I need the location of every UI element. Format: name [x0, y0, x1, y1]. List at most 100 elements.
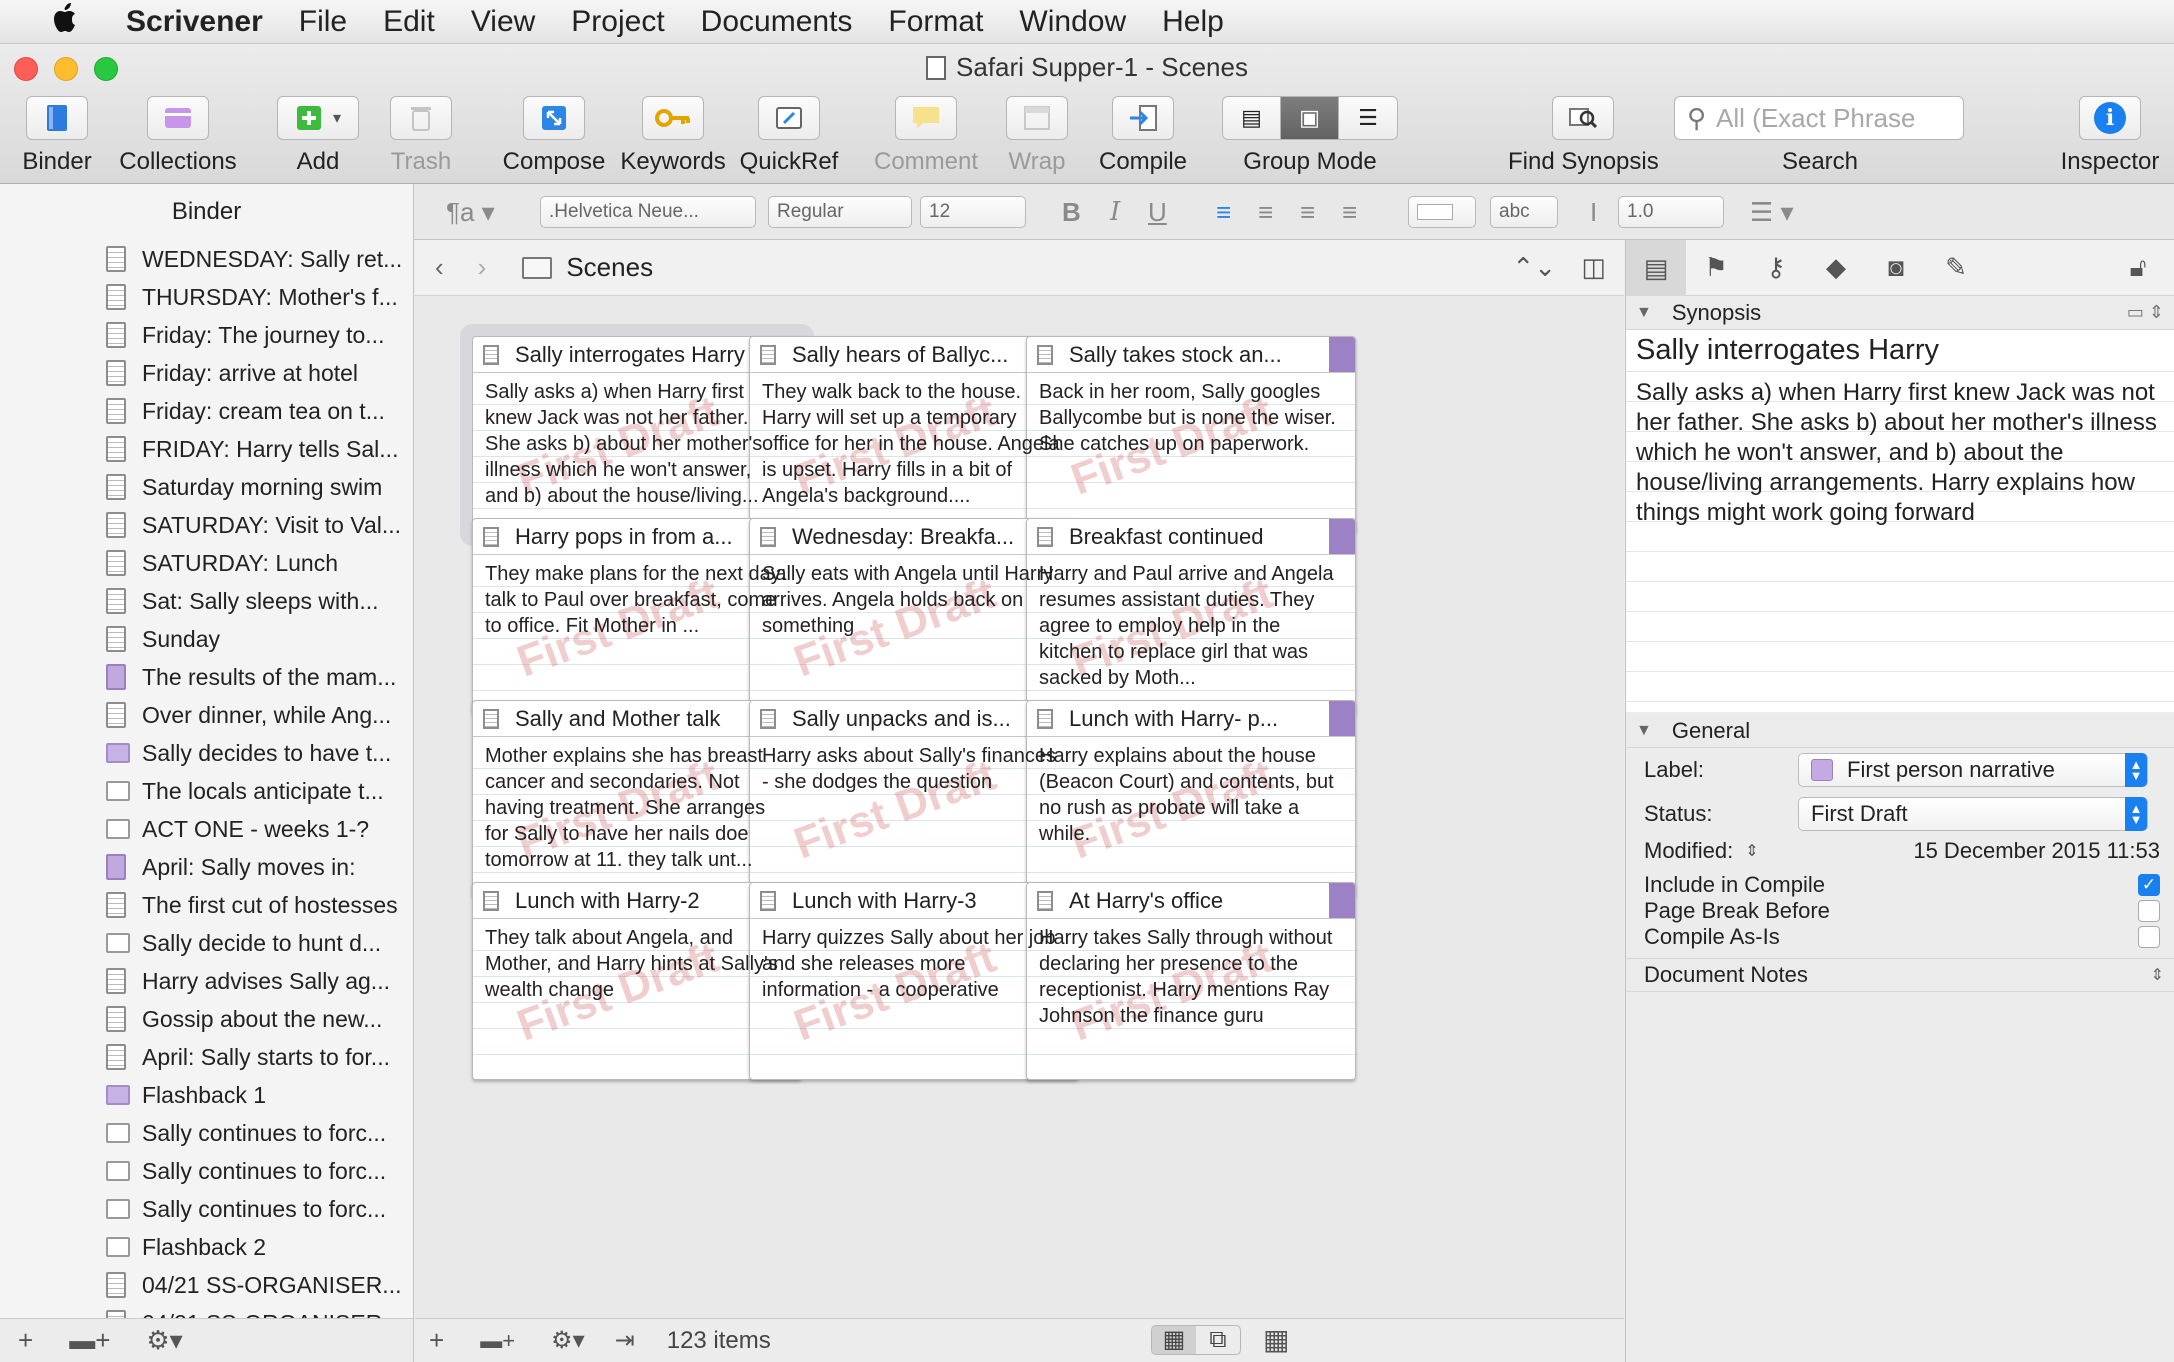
line-spacing-select[interactable]: 1.0: [1618, 196, 1724, 228]
keywords-toolbar-button[interactable]: Keywords: [618, 96, 728, 176]
underline-icon[interactable]: U: [1148, 196, 1167, 228]
search-field[interactable]: ⚲ All (Exact Phrase: [1674, 96, 1964, 140]
binder-item[interactable]: The first cut of hostesses: [0, 886, 413, 924]
list-style-icon[interactable]: ☰ ▾: [1750, 196, 1794, 228]
binder-item[interactable]: THURSDAY: Mother's f...: [0, 278, 413, 316]
binder-item[interactable]: WEDNESDAY: Sally ret...: [0, 240, 413, 278]
apple-menu-icon[interactable]: [40, 2, 90, 41]
highlight-select[interactable]: abc: [1490, 196, 1558, 228]
font-size-select[interactable]: 12: [920, 196, 1026, 228]
menu-documents[interactable]: Documents: [701, 5, 853, 39]
binder-item[interactable]: Sally continues to forc...: [0, 1190, 413, 1228]
binder-item[interactable]: Gossip about the new...: [0, 1000, 413, 1038]
binder-item[interactable]: Sally decide to hunt d...: [0, 924, 413, 962]
synopsis-image-toggle-icon[interactable]: ▭ ⇕: [2127, 302, 2164, 323]
index-card[interactable]: Lunch with Harry- p... First Draft Harry e…: [1026, 700, 1356, 898]
corkboard-mode-icon[interactable]: ▣: [1281, 97, 1339, 139]
add-folder-icon[interactable]: ▬+: [69, 1325, 110, 1356]
binder-item[interactable]: Sally continues to forc...: [0, 1152, 413, 1190]
forward-arrow-icon[interactable]: ›: [478, 252, 487, 283]
status-popup[interactable]: First Draft ▲ ▼: [1798, 797, 2148, 831]
menu-help[interactable]: Help: [1162, 5, 1224, 39]
binder-item[interactable]: Flashback 2: [0, 1228, 413, 1266]
scrivenings-mode-icon[interactable]: ▤: [1223, 97, 1281, 139]
index-card[interactable]: Sally takes stock an... First Draft Back i…: [1026, 336, 1356, 534]
binder-item[interactable]: 04/21 SS-ORGANISER...: [0, 1304, 413, 1318]
text-color-select[interactable]: [1408, 196, 1476, 228]
binder-item[interactable]: SATURDAY: Visit to Val...: [0, 506, 413, 544]
menu-format[interactable]: Format: [888, 5, 983, 39]
align-justify-icon[interactable]: ≡: [1342, 196, 1357, 228]
general-section-header[interactable]: ▼ General: [1626, 714, 2174, 748]
synopsis-text-field[interactable]: Sally asks a) when Harry first knew Jack…: [1626, 372, 2174, 712]
date-type-stepper-icon[interactable]: ⇕: [1745, 841, 1758, 861]
grid-layout-icon[interactable]: ▦: [1152, 1326, 1196, 1354]
compile-toolbar-button[interactable]: Compile: [1092, 96, 1194, 176]
binder-item[interactable]: Friday: cream tea on t...: [0, 392, 413, 430]
italic-icon[interactable]: I: [1110, 196, 1120, 228]
add-document-icon[interactable]: +: [18, 1325, 33, 1356]
binder-item[interactable]: Friday: The journey to...: [0, 316, 413, 354]
trash-toolbar-button[interactable]: Trash: [376, 96, 466, 176]
corkboard-gear-icon[interactable]: ⚙▾: [551, 1326, 585, 1355]
synopsis-title-field[interactable]: Sally interrogates Harry: [1626, 330, 2174, 372]
metadata-tab-icon[interactable]: ◆: [1806, 252, 1866, 283]
index-card[interactable]: Breakfast continued First Draft Harry and …: [1026, 518, 1356, 716]
binder-item[interactable]: The results of the mam...: [0, 658, 413, 696]
menu-project[interactable]: Project: [571, 5, 664, 39]
keywords-tab-icon[interactable]: ⚷: [1746, 252, 1806, 283]
add-card-icon[interactable]: +: [429, 1325, 444, 1356]
binder-item[interactable]: Sat: Sally sleeps with...: [0, 582, 413, 620]
collections-toolbar-button[interactable]: Collections: [112, 96, 244, 176]
paragraph-style-icon[interactable]: ¶a ▾: [446, 196, 495, 228]
comment-toolbar-button[interactable]: Comment: [868, 96, 984, 176]
document-notes-header[interactable]: Document Notes ⇕: [1626, 958, 2174, 992]
add-folder-card-icon[interactable]: ▬+: [480, 1328, 515, 1354]
outliner-mode-icon[interactable]: ☰: [1339, 97, 1397, 139]
up-down-arrows-icon[interactable]: ⌃⌄: [1512, 252, 1556, 283]
back-arrow-icon[interactable]: ‹: [435, 252, 444, 283]
binder-item[interactable]: April: Sally starts to for...: [0, 1038, 413, 1076]
binder-gear-icon[interactable]: ⚙▾: [146, 1325, 182, 1356]
menu-edit[interactable]: Edit: [383, 5, 435, 39]
add-toolbar-button[interactable]: ▾ Add: [272, 96, 364, 176]
binder-item[interactable]: FRIDAY: Harry tells Sal...: [0, 430, 413, 468]
binder-item[interactable]: Sally decides to have t...: [0, 734, 413, 772]
bookmarks-tab-icon[interactable]: ⚑: [1686, 252, 1746, 283]
page-break-before-checkbox[interactable]: [2138, 900, 2160, 922]
font-family-select[interactable]: .Helvetica Neue...: [540, 196, 756, 228]
binder-item[interactable]: The locals anticipate t...: [0, 772, 413, 810]
menu-view[interactable]: View: [471, 5, 535, 39]
menu-window[interactable]: Window: [1019, 5, 1126, 39]
align-left-icon[interactable]: ≡: [1216, 196, 1231, 228]
align-center-icon[interactable]: ≡: [1258, 196, 1273, 228]
card-size-icon[interactable]: ▦: [1263, 1323, 1289, 1356]
synopsis-section-header[interactable]: ▼ Synopsis ▭ ⇕: [1626, 296, 2174, 330]
bold-icon[interactable]: B: [1062, 196, 1081, 228]
include-in-compile-checkbox[interactable]: ✓: [2138, 874, 2160, 896]
split-view-icon[interactable]: ◫: [1581, 252, 1606, 283]
binder-item[interactable]: SATURDAY: Lunch: [0, 544, 413, 582]
binder-item[interactable]: Harry advises Sally ag...: [0, 962, 413, 1000]
notes-selector-icon[interactable]: ⇕: [2151, 965, 2164, 985]
binder-item[interactable]: Over dinner, while Ang...: [0, 696, 413, 734]
font-style-select[interactable]: Regular: [768, 196, 912, 228]
binder-item[interactable]: Friday: arrive at hotel: [0, 354, 413, 392]
notes-tab-icon[interactable]: ▤: [1626, 239, 1686, 296]
export-icon[interactable]: ⇥: [615, 1326, 635, 1355]
binder-item[interactable]: Flashback 1: [0, 1076, 413, 1114]
app-menu[interactable]: Scrivener: [126, 5, 263, 39]
binder-toolbar-button[interactable]: Binder: [12, 96, 102, 176]
menu-file[interactable]: File: [299, 5, 347, 39]
snapshots-tab-icon[interactable]: ◙: [1866, 252, 1926, 283]
wrap-toolbar-button[interactable]: Wrap: [1004, 96, 1070, 176]
compile-as-is-checkbox[interactable]: [2138, 926, 2160, 948]
binder-item[interactable]: Sunday: [0, 620, 413, 658]
compose-toolbar-button[interactable]: Compose: [498, 96, 610, 176]
index-card[interactable]: At Harry's office First Draft Harry takes …: [1026, 882, 1356, 1080]
binder-item[interactable]: ACT ONE - weeks 1-?: [0, 810, 413, 848]
binder-item[interactable]: Saturday morning swim: [0, 468, 413, 506]
align-right-icon[interactable]: ≡: [1300, 196, 1315, 228]
binder-item[interactable]: Sally continues to forc...: [0, 1114, 413, 1152]
binder-item[interactable]: April: Sally moves in:: [0, 848, 413, 886]
